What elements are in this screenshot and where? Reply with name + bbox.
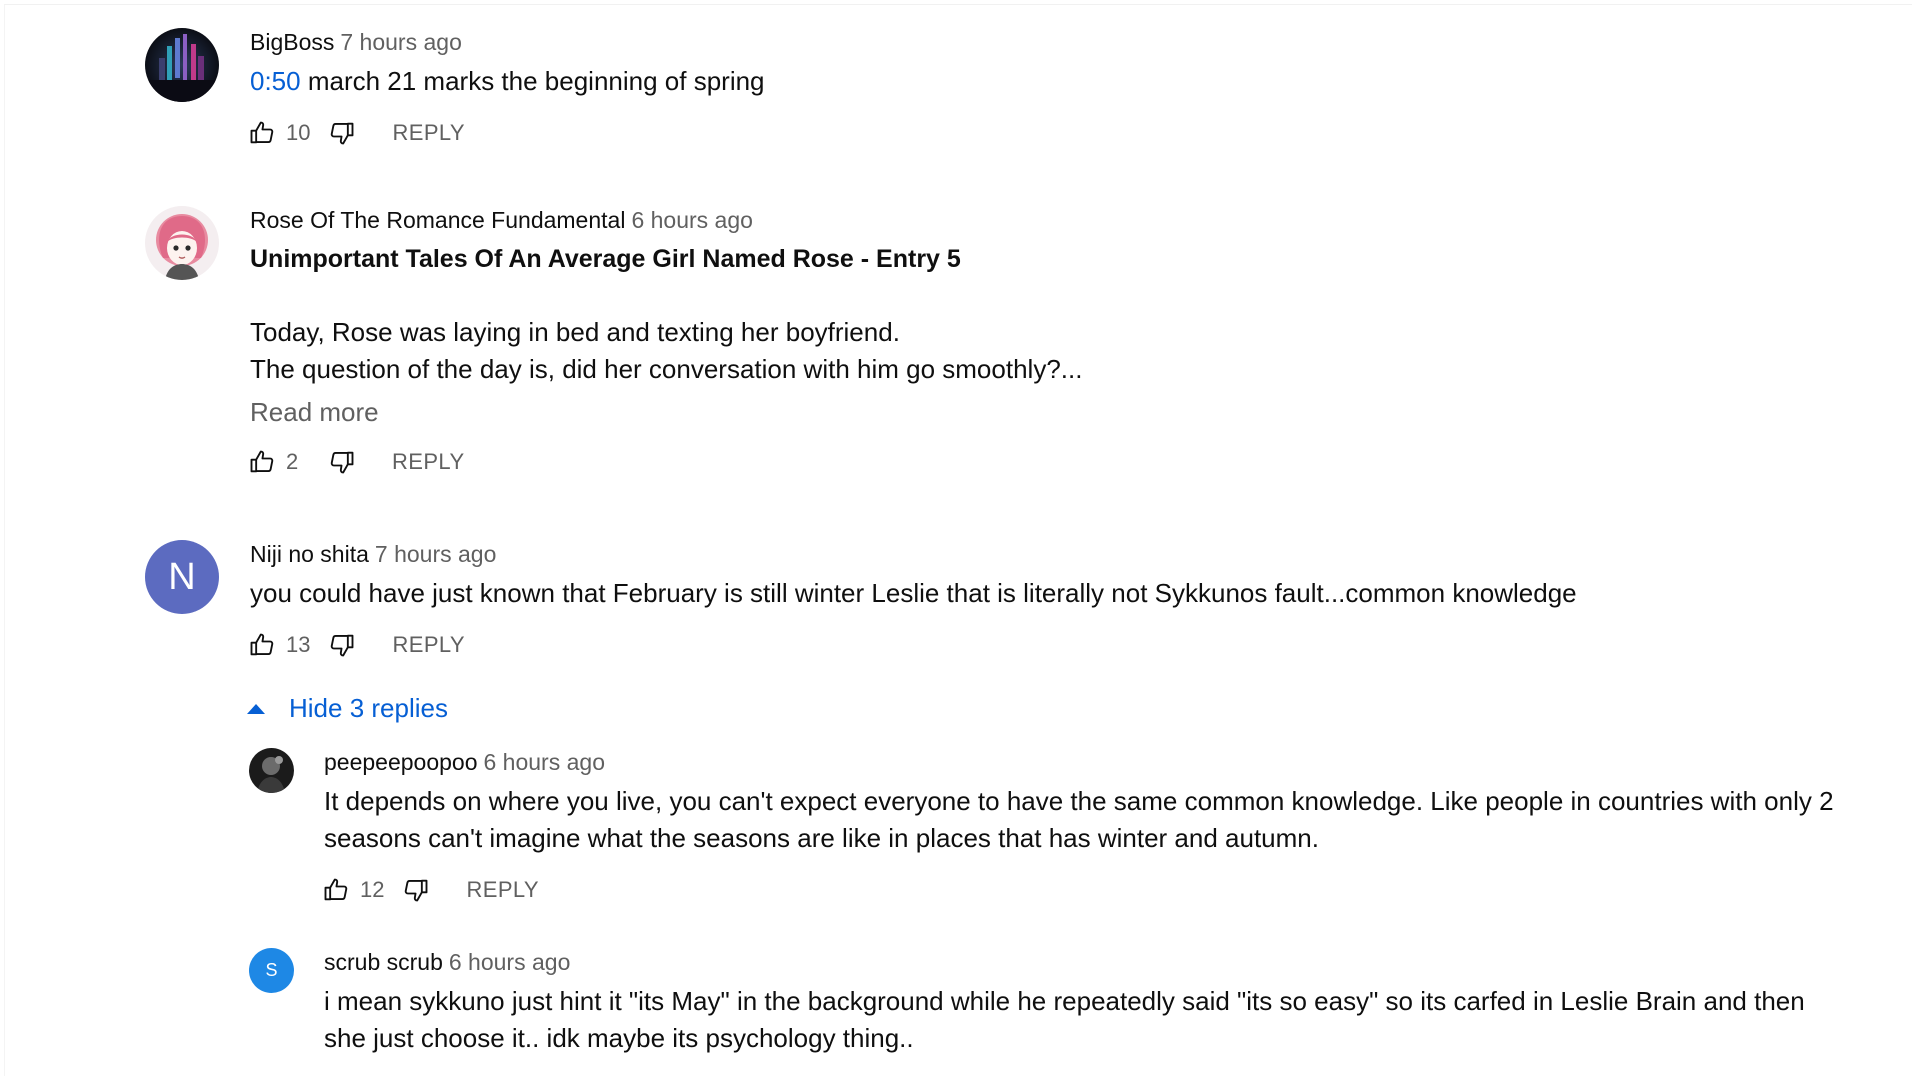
comment-author[interactable]: Niji no shita [250,541,369,567]
dislike-button[interactable] [322,113,362,153]
comment-text-line: The question of the day is, did her conv… [250,354,1083,384]
avatar-letter: S [265,960,278,980]
avatar[interactable]: N [145,540,219,614]
comment-time[interactable]: 7 hours ago [375,541,496,567]
like-button[interactable] [316,870,356,910]
comment-time[interactable]: 6 hours ago [631,207,752,233]
comment-text: 0:50 march 21 marks the beginning of spr… [250,63,1865,100]
avatar[interactable] [145,28,219,102]
thumbs-down-icon [330,451,354,474]
avatar[interactable] [249,748,294,793]
avatar[interactable]: S [249,948,294,993]
reply-author[interactable]: scrub scrub [324,949,443,975]
comment-text-content: march 21 marks the beginning of spring [300,66,765,96]
dislike-button[interactable] [322,625,362,665]
reply-button[interactable]: REPLY [466,877,539,903]
thumbs-down-icon [331,122,354,145]
comment-author[interactable]: Rose Of The Romance Fundamental [250,207,625,233]
comment-text: you could have just known that February … [250,578,1577,608]
hide-replies-button[interactable]: Hide 3 replies [247,693,448,724]
caret-up-icon [247,703,265,714]
like-count: 10 [286,120,311,145]
reply-text-line: seasons can't imagine what the seasons a… [324,823,1319,853]
thumbs-up-icon [250,450,274,473]
reply-button[interactable]: REPLY [392,449,465,475]
reply-actions: 12 REPLY [324,870,1869,910]
reply-text-line: It depends on where you live, you can't … [324,786,1834,816]
like-button[interactable] [242,113,282,153]
comment-time[interactable]: 7 hours ago [340,29,461,55]
reply-text-line: she just choose it.. idk maybe its psych… [324,1023,914,1053]
dislike-button[interactable] [396,870,436,910]
comment-actions: 13 REPLY [250,625,1865,665]
comment-title: Unimportant Tales Of An Average Girl Nam… [250,245,961,273]
read-more-link[interactable]: Read more [250,395,1865,429]
comment-author[interactable]: BigBoss [250,29,334,55]
thumbs-up-icon [324,878,348,901]
reply-time[interactable]: 6 hours ago [484,749,605,775]
like-count: 13 [286,632,311,657]
reply-button[interactable]: REPLY [392,120,465,146]
reply-time[interactable]: 6 hours ago [449,949,570,975]
video-timestamp-link[interactable]: 0:50 [250,66,301,96]
comment-actions: 2 REPLY [250,442,1865,482]
like-count: 12 [360,877,385,902]
avatar[interactable] [145,206,219,280]
reply-button[interactable]: REPLY [392,632,465,658]
thumbs-up-icon [250,633,274,656]
hide-replies-label: Hide 3 replies [289,693,448,723]
like-button[interactable] [242,625,282,665]
thumbs-down-icon [331,634,354,657]
like-button[interactable] [242,442,282,482]
avatar-letter: N [168,555,196,598]
comment-actions: 10 REPLY [250,113,1865,153]
dislike-button[interactable] [322,442,362,482]
thumbs-down-icon [405,879,428,902]
thumbs-up-icon [250,121,274,144]
comment-text-line: Today, Rose was laying in bed and textin… [250,317,900,347]
reply-text-line: i mean sykkuno just hint it "its May" in… [324,986,1805,1016]
like-count: 2 [286,449,299,474]
reply-author[interactable]: peepeepoopoo [324,749,478,775]
